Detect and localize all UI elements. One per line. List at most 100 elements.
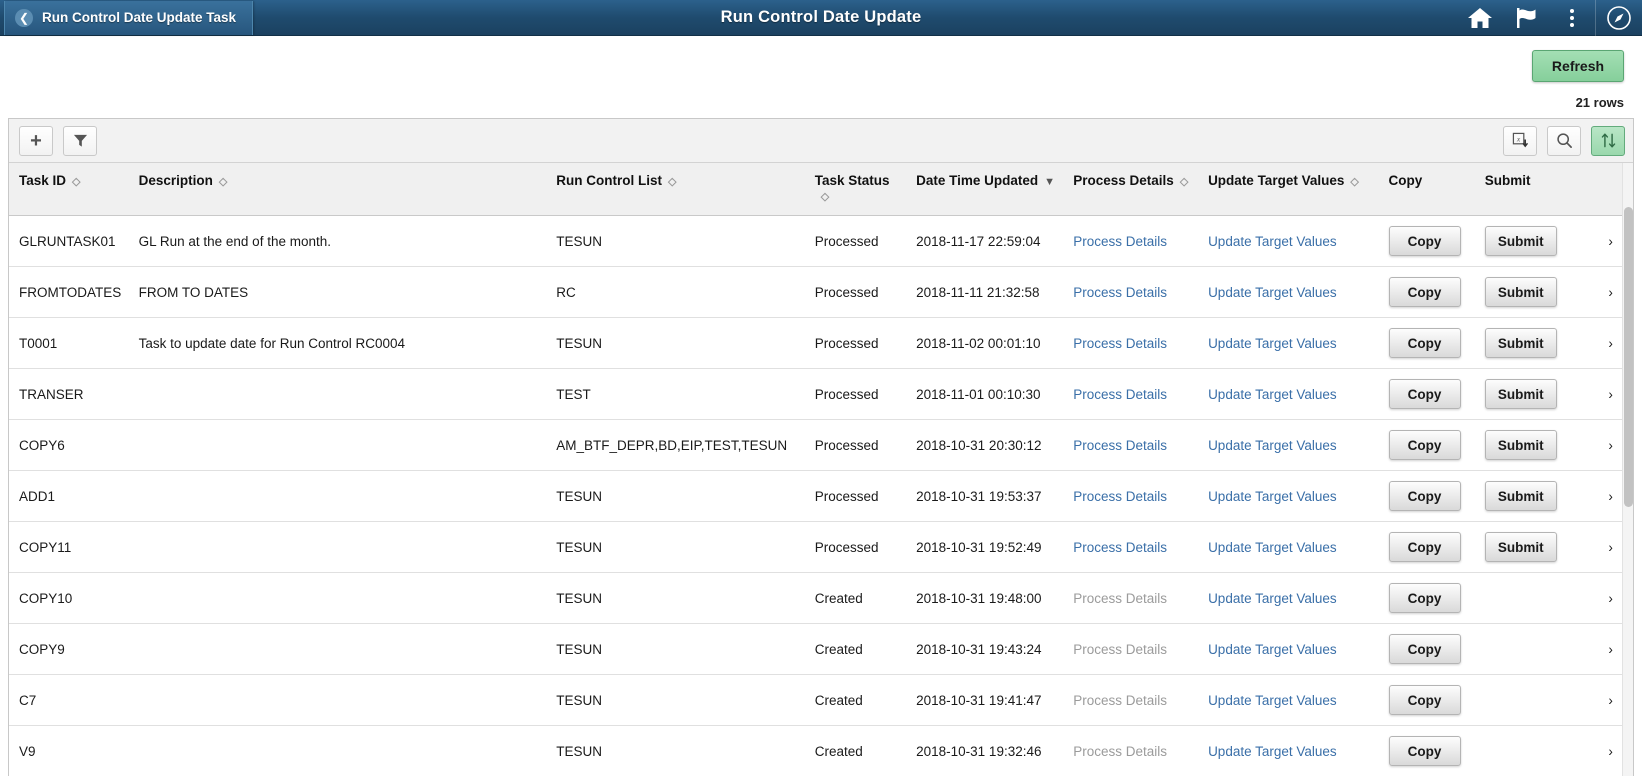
cell-copy: Copy [1378, 215, 1475, 267]
process-details-link[interactable]: Process Details [1073, 387, 1167, 402]
column-header-process-details[interactable]: Process Details ◇ [1063, 163, 1199, 216]
submit-button[interactable]: Submit [1484, 481, 1557, 511]
table-row[interactable]: TRANSER TEST Processed 2018-11-01 00:10:30 P… [9, 368, 1633, 420]
cell-process-details[interactable]: Process Details [1063, 266, 1199, 318]
copy-button[interactable]: Copy [1388, 328, 1461, 358]
cell-description [128, 419, 547, 471]
table-row[interactable]: COPY10 TESUN Created 2018-10-31 19:48:00 Pro… [9, 572, 1633, 624]
refresh-button[interactable]: Refresh [1532, 50, 1624, 82]
cell-description: Task to update date for Run Control RC00… [128, 317, 547, 369]
cell-update-target-values[interactable]: Update Target Values [1198, 623, 1379, 675]
submit-button[interactable]: Submit [1484, 430, 1557, 460]
table-row[interactable]: COPY6 AM_BTF_DEPR,BD,EIP,TEST,TESUN Proces… [9, 419, 1633, 471]
cell-update-target-values[interactable]: Update Target Values [1198, 419, 1379, 471]
table-row[interactable]: ADD1 TESUN Processed 2018-10-31 19:53:37 Pro… [9, 470, 1633, 522]
process-details-link[interactable]: Process Details [1073, 336, 1167, 351]
cell-process-details[interactable]: Process Details [1063, 317, 1199, 369]
column-header-update-target-values[interactable]: Update Target Values ◇ [1198, 163, 1379, 216]
table-row[interactable]: T0001 Task to update date for Run Control… [9, 317, 1633, 369]
submit-button[interactable]: Submit [1484, 379, 1557, 409]
cell-task-status: Processed [804, 215, 907, 267]
search-button[interactable] [1547, 125, 1581, 156]
sort-button[interactable] [1591, 125, 1625, 156]
column-header-description[interactable]: Description ◇ [128, 163, 547, 216]
process-details-link[interactable]: Process Details [1073, 234, 1167, 249]
table-row[interactable]: V9 TESUN Created 2018-10-31 19:32:46 Process… [9, 725, 1633, 776]
copy-button[interactable]: Copy [1388, 430, 1461, 460]
cell-update-target-values[interactable]: Update Target Values [1198, 368, 1379, 420]
submit-button[interactable]: Submit [1484, 277, 1557, 307]
copy-button[interactable]: Copy [1388, 379, 1461, 409]
update-target-values-link[interactable]: Update Target Values [1208, 693, 1337, 708]
cell-process-details[interactable]: Process Details [1063, 368, 1199, 420]
cell-process-details[interactable]: Process Details [1063, 419, 1199, 471]
process-details-link[interactable]: Process Details [1073, 438, 1167, 453]
cell-update-target-values[interactable]: Update Target Values [1198, 215, 1379, 267]
cell-process-details[interactable]: Process Details [1063, 470, 1199, 522]
add-row-button[interactable]: + [19, 125, 53, 156]
column-header-date-time-updated[interactable]: Date Time Updated ▼ [906, 163, 1064, 216]
process-details-link: Process Details [1073, 743, 1168, 759]
cell-copy: Copy [1378, 266, 1475, 318]
copy-button[interactable]: Copy [1388, 277, 1461, 307]
update-target-values-link[interactable]: Update Target Values [1208, 744, 1337, 759]
copy-button[interactable]: Copy [1388, 226, 1461, 256]
cell-task-id: GLRUNTASK01 [9, 215, 129, 267]
update-target-values-link[interactable]: Update Target Values [1208, 489, 1337, 504]
cell-date-time-updated: 2018-10-31 19:53:37 [906, 470, 1064, 522]
column-header-task-id[interactable]: Task ID ◇ [9, 163, 129, 216]
cell-process-details: Process Details [1063, 674, 1199, 726]
update-target-values-link[interactable]: Update Target Values [1208, 336, 1337, 351]
cell-update-target-values[interactable]: Update Target Values [1198, 470, 1379, 522]
column-header-run-control-list[interactable]: Run Control List ◇ [546, 163, 805, 216]
column-header-task-status[interactable]: Task Status ◇ [804, 163, 907, 216]
process-details-link[interactable]: Process Details [1073, 540, 1167, 555]
sort-desc-icon: ▼ [1044, 176, 1056, 188]
cell-update-target-values[interactable]: Update Target Values [1198, 317, 1379, 369]
download-excel-button[interactable]: x [1503, 125, 1537, 156]
process-details-link[interactable]: Process Details [1073, 489, 1167, 504]
table-body: GLRUNTASK01 GL Run at the end of the mont… [9, 215, 1633, 776]
grid-scroll-area[interactable]: Task ID ◇ Description ◇ Run Control List ◇ Tas… [9, 163, 1633, 776]
cell-update-target-values[interactable]: Update Target Values [1198, 521, 1379, 573]
vertical-scrollbar[interactable] [1622, 163, 1633, 776]
table-row[interactable]: FROMTODATES FROM TO DATES RC Processed 2018-… [9, 266, 1633, 318]
submit-button[interactable]: Submit [1484, 328, 1557, 358]
update-target-values-link[interactable]: Update Target Values [1208, 285, 1337, 300]
process-details-link[interactable]: Process Details [1073, 285, 1167, 300]
copy-button[interactable]: Copy [1388, 685, 1461, 715]
copy-button[interactable]: Copy [1388, 481, 1461, 511]
update-target-values-link[interactable]: Update Target Values [1208, 540, 1337, 555]
update-target-values-link[interactable]: Update Target Values [1208, 642, 1337, 657]
update-target-values-link[interactable]: Update Target Values [1208, 387, 1337, 402]
table-row[interactable]: GLRUNTASK01 GL Run at the end of the mont… [9, 215, 1633, 267]
cell-date-time-updated: 2018-10-31 19:52:49 [906, 521, 1064, 573]
update-target-values-link[interactable]: Update Target Values [1208, 234, 1337, 249]
cell-process-details[interactable]: Process Details [1063, 521, 1199, 573]
update-target-values-link[interactable]: Update Target Values [1208, 438, 1337, 453]
cell-process-details[interactable]: Process Details [1063, 215, 1199, 267]
table-row[interactable]: COPY9 TESUN Created 2018-10-31 19:43:24 Proc… [9, 623, 1633, 675]
compass-navbar-icon[interactable] [1596, 0, 1642, 36]
back-breadcrumb[interactable]: ❮ Run Control Date Update Task [4, 0, 254, 35]
submit-button[interactable]: Submit [1484, 226, 1557, 256]
three-dots-icon[interactable] [1549, 0, 1595, 36]
table-row[interactable]: COPY11 TESUN Processed 2018-10-31 19:52:49 P… [9, 521, 1633, 573]
filter-button[interactable] [63, 125, 97, 156]
cell-update-target-values[interactable]: Update Target Values [1198, 725, 1379, 776]
flag-icon[interactable] [1503, 0, 1549, 36]
home-icon[interactable] [1457, 0, 1503, 36]
copy-button[interactable]: Copy [1388, 532, 1461, 562]
update-target-values-link[interactable]: Update Target Values [1208, 591, 1337, 606]
table-row[interactable]: C7 TESUN Created 2018-10-31 19:41:47 Process… [9, 674, 1633, 726]
copy-button[interactable]: Copy [1388, 583, 1461, 613]
cell-description [128, 674, 547, 726]
copy-button[interactable]: Copy [1388, 736, 1461, 766]
cell-update-target-values[interactable]: Update Target Values [1198, 572, 1379, 624]
scrollbar-thumb[interactable] [1624, 207, 1633, 507]
copy-button[interactable]: Copy [1388, 634, 1461, 664]
cell-process-details: Process Details [1063, 725, 1199, 776]
cell-update-target-values[interactable]: Update Target Values [1198, 674, 1379, 726]
cell-update-target-values[interactable]: Update Target Values [1198, 266, 1379, 318]
submit-button[interactable]: Submit [1484, 532, 1557, 562]
